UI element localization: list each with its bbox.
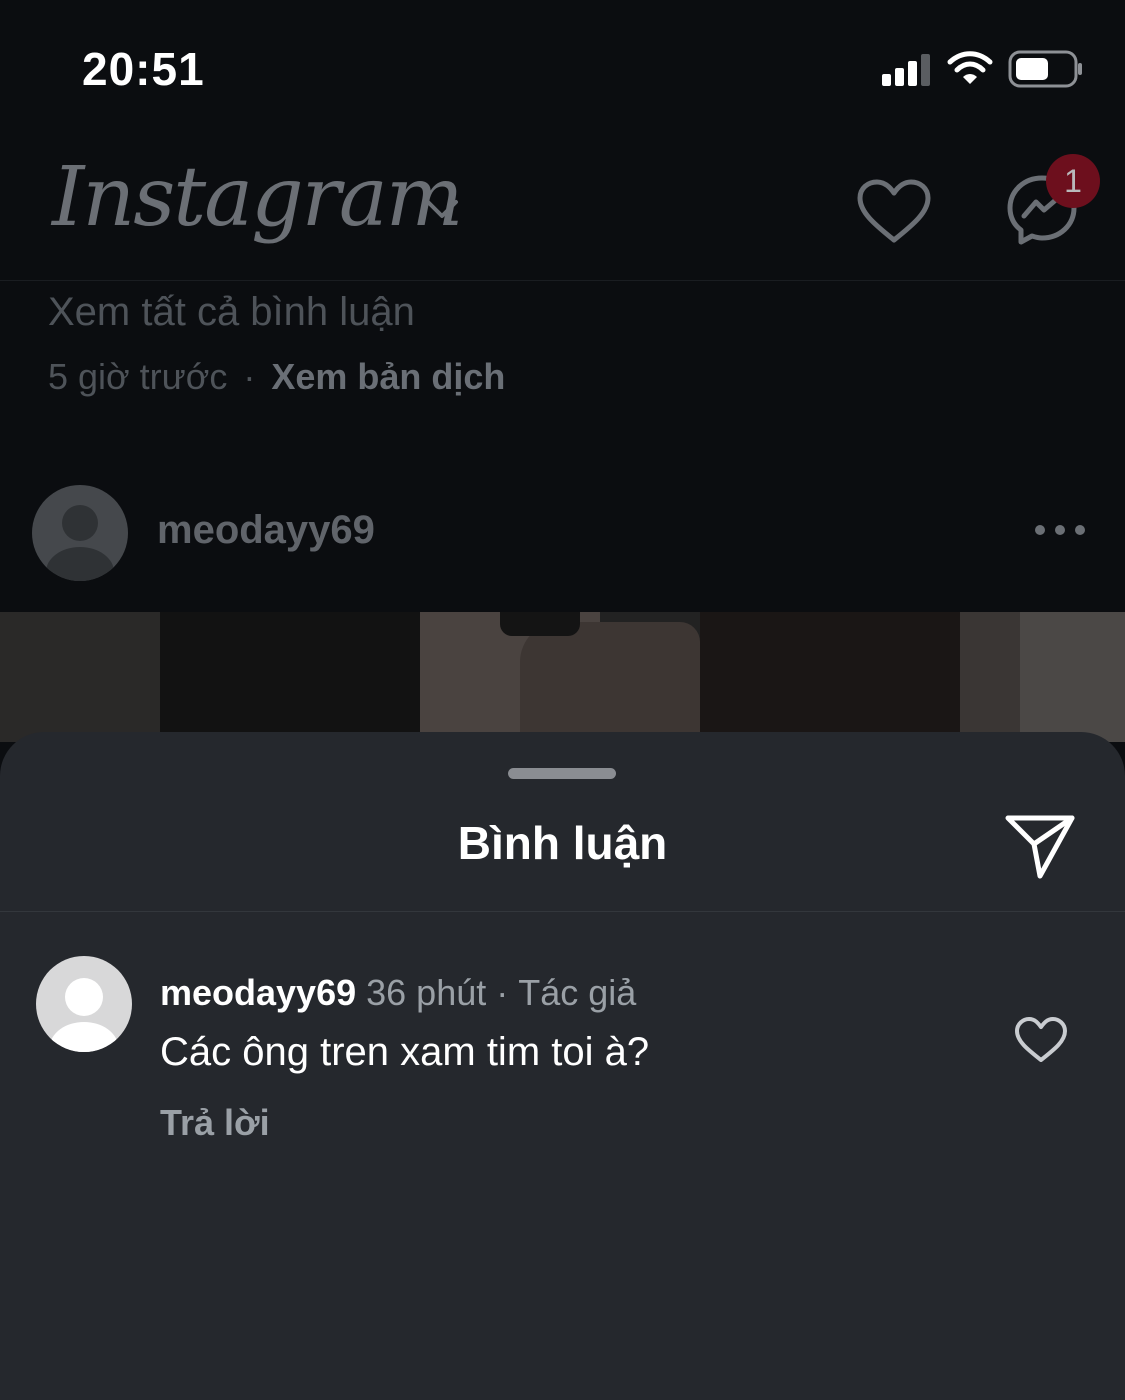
status-bar: 20:51 [0, 0, 1125, 140]
post-time-line: 5 giờ trước · Xem bản dịch [48, 356, 505, 398]
divider [0, 911, 1125, 912]
author-label: Tác giả [518, 972, 637, 1013]
instagram-logo[interactable]: Instagram [52, 150, 463, 245]
status-time: 20:51 [82, 43, 205, 95]
post-avatar[interactable] [32, 485, 128, 581]
translate-link[interactable]: Xem bản dịch [271, 356, 505, 397]
post-username[interactable]: meodayy69 [157, 508, 375, 553]
sheet-title: Bình luận [457, 817, 668, 869]
comment-meta: meodayy69 36 phút · Tác giả [160, 972, 636, 1014]
messages-badge: 1 [1046, 154, 1100, 208]
comment-username[interactable]: meodayy69 [160, 972, 356, 1013]
comment-item: meodayy69 36 phút · Tác giả Các ông tren xa… [0, 952, 1125, 1143]
more-icon[interactable] [1032, 522, 1088, 538]
comment-time: 36 phút [366, 972, 487, 1013]
sheet-grabber[interactable] [508, 768, 616, 779]
post-time: 5 giờ trước [48, 356, 228, 397]
separator: · [496, 972, 509, 1013]
post-image[interactable] [0, 612, 1125, 742]
separator: · [243, 356, 256, 397]
see-all-comments-link[interactable]: Xem tất cả bình luận [48, 290, 415, 335]
comment-text: Các ông tren xam tim toi à? [160, 1030, 650, 1074]
heart-icon[interactable] [856, 178, 932, 244]
comment-avatar[interactable] [36, 956, 132, 1052]
send-icon[interactable] [1004, 812, 1076, 880]
signal-icon [882, 54, 930, 86]
heart-icon[interactable] [1014, 1016, 1068, 1064]
wifi-icon [947, 51, 993, 84]
chevron-down-icon[interactable] [424, 196, 460, 222]
reply-button[interactable]: Trả lời [160, 1102, 270, 1144]
battery-icon [1008, 50, 1082, 88]
comments-sheet: Bình luận meodayy69 36 phút · Tác giả Các ô… [0, 732, 1125, 1400]
